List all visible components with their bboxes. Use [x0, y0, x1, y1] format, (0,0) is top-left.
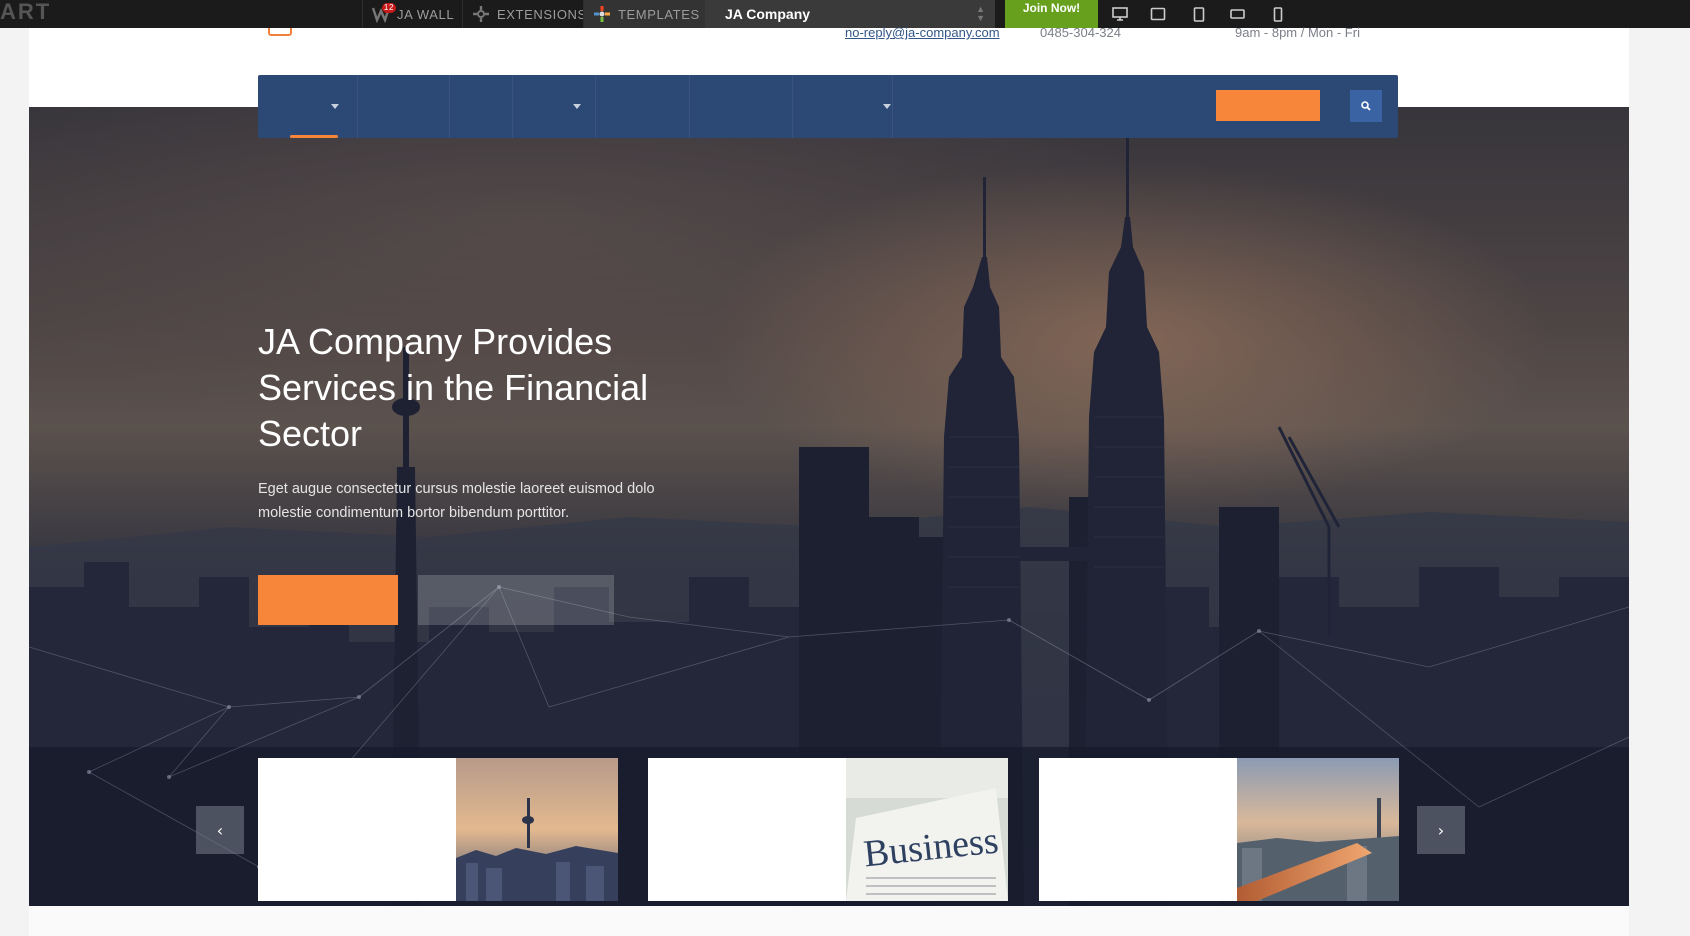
hero-section: JA Company Provides Services in the Fina…	[29, 107, 1629, 907]
nav-item-home[interactable]	[258, 75, 358, 138]
header-hours: 9am - 8pm / Mon - Fri	[1235, 25, 1360, 40]
select-arrows-icon: ▲ ▼	[976, 4, 985, 23]
caret-down-icon	[573, 104, 581, 109]
chevron-left-icon: ‹	[216, 820, 224, 840]
hero-text: Eget augue consectetur cursus molestie l…	[258, 481, 655, 521]
notification-badge: 12	[381, 3, 396, 13]
nav-active-indicator	[290, 135, 338, 138]
slider-next-button[interactable]: ›	[1417, 806, 1465, 854]
card-image-city-tower	[456, 758, 618, 901]
search-icon	[1361, 101, 1371, 111]
join-now-button[interactable]: Join Now!	[1005, 0, 1098, 28]
topnav-templates-label: TEMPLATES	[618, 6, 700, 22]
topnav-templates[interactable]: TEMPLATES	[583, 0, 709, 28]
feature-card[interactable]	[1039, 758, 1399, 901]
hero-primary-button[interactable]	[258, 575, 398, 625]
topnav-ja-wall-label: JA WALL	[397, 6, 455, 22]
joomla-color-icon	[593, 5, 611, 23]
mobile-portrait-icon[interactable]	[1259, 0, 1297, 28]
feature-card[interactable]: Business	[648, 758, 1008, 901]
topnav-extensions-label: EXTENSIONS	[497, 6, 587, 22]
tablet-portrait-icon[interactable]	[1180, 0, 1218, 28]
topnav-ja-wall[interactable]: 12 JA WALL	[362, 0, 463, 28]
card-image-newspaper: Business	[846, 758, 1008, 901]
nav-cta-button[interactable]	[1216, 90, 1320, 121]
chevron-right-icon: ›	[1437, 820, 1445, 840]
nav-item[interactable]	[450, 75, 513, 138]
site-page: no-reply@ja-company.com 0485-304-324 9am…	[29, 25, 1629, 908]
caret-down-icon	[331, 104, 339, 109]
nav-item[interactable]	[358, 75, 450, 138]
demo-topbar: ART 12 JA WALL EXTENSIONS TEMPLATES JA C…	[0, 0, 1690, 28]
hero-secondary-button[interactable]	[418, 575, 614, 625]
nav-item[interactable]	[690, 75, 793, 138]
hero-title: JA Company Provides Services in the Fina…	[258, 321, 649, 454]
page-bottom-strip	[29, 906, 1629, 936]
card-image-skyline-rooftop	[1237, 758, 1399, 901]
ja-wall-icon: 12	[371, 3, 396, 24]
site-logo[interactable]	[268, 28, 292, 36]
desktop-icon[interactable]	[1101, 0, 1139, 28]
brand-logo[interactable]: ART	[0, 0, 51, 28]
header-email[interactable]: no-reply@ja-company.com	[845, 26, 1000, 39]
slider-prev-button[interactable]: ‹	[196, 806, 244, 854]
search-button[interactable]	[1350, 90, 1382, 122]
nav-item-dropdown[interactable]	[513, 75, 596, 138]
main-navigation	[258, 75, 1398, 138]
caret-down-icon	[883, 104, 891, 109]
template-select[interactable]: JA Company ▲ ▼	[705, 0, 995, 28]
header-phone: 0485-304-324	[1040, 25, 1121, 40]
topnav-extensions[interactable]: EXTENSIONS	[462, 0, 596, 28]
nav-item[interactable]	[596, 75, 690, 138]
joomla-icon	[472, 5, 490, 23]
nav-item-dropdown[interactable]	[793, 75, 893, 138]
mobile-landscape-icon[interactable]	[1218, 0, 1256, 28]
tablet-landscape-icon[interactable]	[1139, 0, 1177, 28]
feature-card[interactable]	[258, 758, 618, 901]
template-select-value: JA Company	[725, 6, 811, 22]
